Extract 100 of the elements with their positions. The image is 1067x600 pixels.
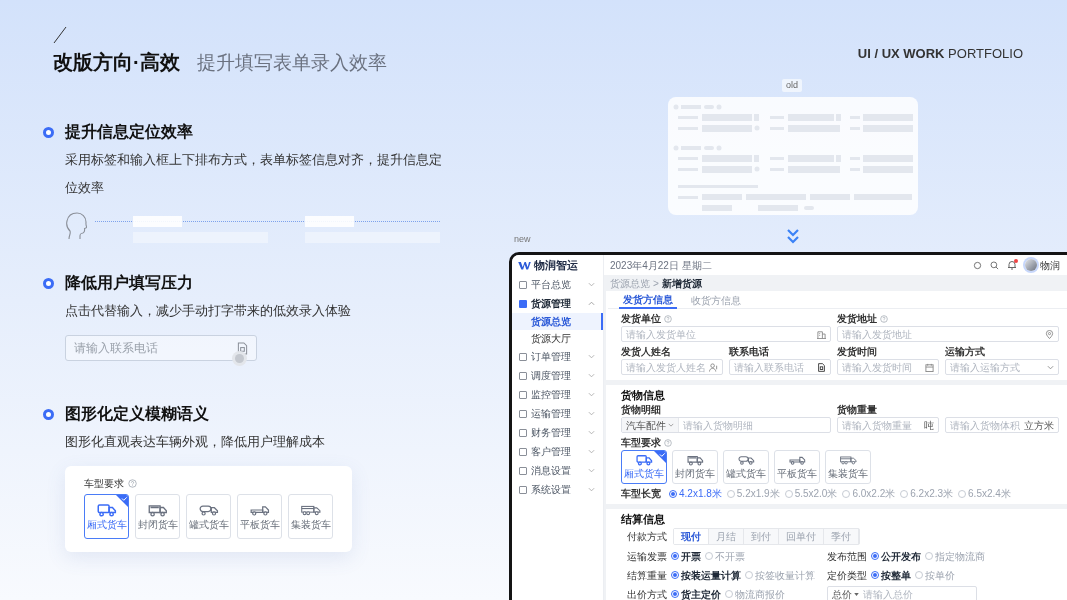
point-heading: 降低用户填写压力 (65, 273, 193, 293)
field-label: 车型要求 (621, 436, 661, 449)
sidebar-item[interactable]: 货源管理 (512, 294, 603, 313)
vehicle-option[interactable]: 集装货车 (288, 494, 333, 539)
radio-icon[interactable] (871, 571, 879, 579)
chevron-down-icon (588, 354, 595, 359)
field-label: 发货时间 (837, 345, 877, 358)
vehicle-option[interactable]: 罐式货车 (186, 494, 231, 539)
radio-option[interactable]: 4.2x1.8米 (669, 487, 722, 500)
vehicle-label: 罐式货车 (726, 468, 766, 480)
sidebar-subitem[interactable]: 货源总览 (512, 313, 603, 330)
vehicle-option[interactable]: 罐式货车 (723, 450, 769, 484)
text-input[interactable]: 请输入总价 (863, 586, 976, 600)
document-icon[interactable] (817, 362, 826, 372)
logo-icon (518, 260, 531, 270)
radio-icon[interactable] (871, 552, 879, 560)
square-icon (519, 409, 527, 418)
vehicle-option[interactable]: 平板货车 (237, 494, 282, 539)
search-icon[interactable] (990, 260, 999, 270)
text-input[interactable]: 请输入货物体积 (950, 417, 1022, 433)
vehicle-label: 平板货车 (239, 518, 280, 531)
date-label: 2023年4月22日 星期二 (610, 258, 713, 273)
vehicle-option[interactable]: 厢式货车 (84, 494, 129, 539)
field-label: 付款方式 (627, 530, 667, 544)
vehicle-label: 罐式货车 (188, 518, 229, 531)
chevron-down-icon (668, 423, 674, 427)
input-field[interactable]: 请输入发货人姓名 (621, 359, 723, 375)
bullet-icon (43, 277, 54, 289)
highlight-bar (305, 216, 354, 227)
chevron-down-icon (588, 449, 595, 454)
input-field[interactable]: 请输入运输方式 (945, 359, 1059, 375)
vehicle-label: 封闭货车 (675, 468, 715, 480)
sidebar-item[interactable]: 系统设置 (512, 480, 603, 499)
sidebar-item[interactable]: 客户管理 (512, 442, 603, 461)
breadcrumb-separator: > (653, 276, 659, 291)
sidebar-item[interactable]: 运输管理 (512, 404, 603, 423)
radio-option[interactable]: 按装运量计算 (671, 568, 741, 582)
text-input[interactable]: 请输入联系电话 (74, 339, 237, 357)
radio-icon[interactable] (671, 571, 679, 579)
avatar-icon[interactable] (1025, 259, 1037, 271)
radio-icon[interactable] (671, 590, 679, 598)
text-input[interactable]: 请输入货物重量 (842, 417, 922, 433)
unit-label: 吨 (924, 418, 934, 433)
radio-option[interactable]: 开票 (671, 549, 701, 563)
help-icon[interactable] (128, 479, 137, 488)
vehicle-option[interactable]: 平板货车 (774, 450, 820, 484)
calendar-icon[interactable] (925, 362, 934, 372)
sidebar-item[interactable]: 消息设置 (512, 461, 603, 480)
input-field[interactable]: 请输入发货时间 (837, 359, 939, 375)
user-name: 物润 (1040, 258, 1060, 273)
help-icon[interactable] (880, 314, 888, 323)
text-input[interactable]: 请输入货物明细 (679, 417, 830, 433)
sidebar-item[interactable]: 订单管理 (512, 347, 603, 366)
refresh-icon[interactable] (973, 260, 982, 270)
text-input[interactable]: 请输入发货人姓名 (626, 359, 707, 375)
chevron-down-icon (588, 487, 595, 492)
vehicle-option[interactable]: 封闭货车 (672, 450, 718, 484)
field-label: 发布范围 (827, 549, 867, 564)
tab[interactable]: 发货方信息 (619, 291, 677, 309)
input-field[interactable]: 汽车配件 请输入货物明细 (621, 417, 831, 433)
segment-option[interactable]: 现付 (674, 529, 709, 544)
vehicle-option[interactable]: 厢式货车 (621, 450, 667, 484)
sidebar-subitem[interactable]: 货源大厅 (512, 330, 603, 347)
radio-option[interactable]: 按整单 (871, 568, 911, 582)
input-field[interactable]: 总价 请输入总价 (827, 586, 977, 600)
category-select[interactable]: 汽车配件 (622, 418, 679, 432)
radio-option[interactable]: 货主定价 (671, 587, 721, 600)
text-input[interactable]: 请输入发货时间 (842, 359, 923, 375)
location-pin-icon[interactable] (1045, 329, 1054, 339)
help-icon[interactable] (664, 438, 672, 447)
check-corner-icon (654, 451, 666, 463)
input-field[interactable]: 请输入货物重量 吨 (837, 417, 939, 433)
slide-subtitle: 提升填写表单录入效率 (196, 51, 387, 75)
sidebar-item[interactable]: 监控管理 (512, 385, 603, 404)
radio-icon[interactable] (671, 552, 679, 560)
chevron-down-icon[interactable] (1047, 364, 1054, 370)
vehicle-option[interactable]: 集装货车 (825, 450, 871, 484)
text-input[interactable]: 请输入联系电话 (734, 359, 815, 375)
input-field[interactable]: 请输入联系电话 (729, 359, 831, 375)
price-type-select[interactable]: 总价 (828, 586, 863, 600)
point-heading: 提升信息定位效率 (65, 122, 193, 142)
help-icon[interactable] (664, 314, 672, 323)
person-icon[interactable] (709, 362, 718, 372)
vehicle-label: 集装货车 (828, 468, 868, 480)
version-tag: old (782, 79, 802, 92)
check-corner-icon (116, 495, 128, 507)
text-input[interactable]: 请输入运输方式 (950, 359, 1045, 375)
vehicle-label: 厢式货车 (624, 468, 664, 480)
radio-option[interactable]: 公开发布 (871, 549, 921, 563)
sidebar-item[interactable]: 平台总览 (512, 275, 603, 294)
brand-name: 物润智运 (534, 257, 578, 273)
sidebar-item[interactable]: 财务管理 (512, 423, 603, 442)
input-field[interactable]: 请输入货物体积 立方米 (945, 417, 1059, 433)
portfolio-label: UI / UX WORK PORTFOLIO (857, 45, 1023, 63)
sidebar-item[interactable]: 调度管理 (512, 366, 603, 385)
building-icon[interactable] (817, 329, 826, 339)
input-field[interactable]: 请输入联系电话 (65, 335, 257, 361)
vehicle-option[interactable]: 封闭货车 (135, 494, 180, 539)
section-title: 货物信息 (621, 388, 666, 402)
highlight-bar (133, 216, 182, 227)
